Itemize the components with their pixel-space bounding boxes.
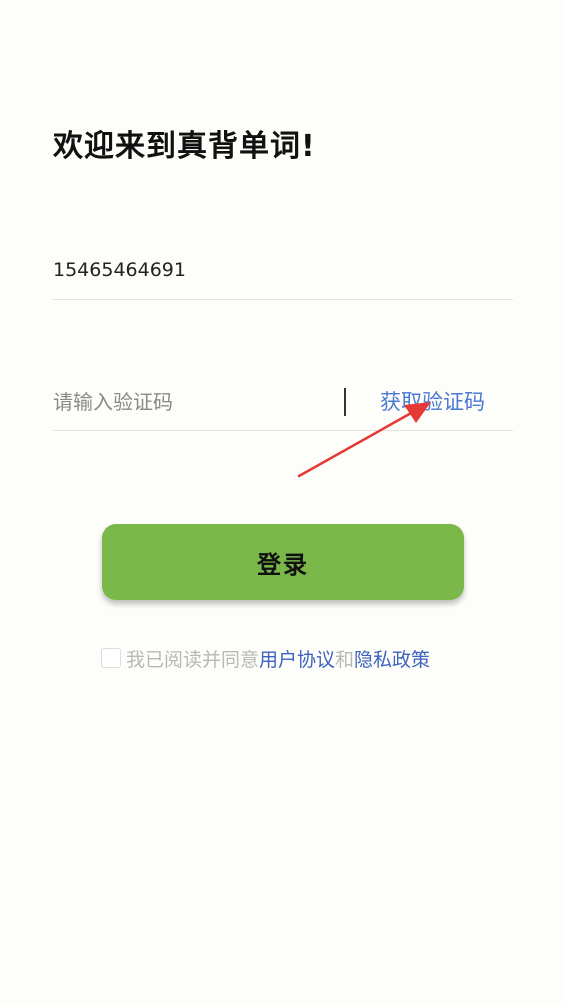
get-verification-code-link[interactable]: 获取验证码 (380, 386, 485, 418)
code-field-divider (344, 388, 346, 416)
welcome-title: 欢迎来到真背单词! (53, 129, 316, 164)
privacy-policy-link[interactable]: 隐私政策 (354, 645, 430, 672)
agreement-checkbox[interactable] (101, 648, 121, 668)
phone-number-input[interactable] (53, 246, 493, 294)
login-button-label: 登录 (257, 551, 309, 579)
login-screen: 欢迎来到真背单词! 获取验证码 登录 我已阅读并同意 用户协议 和 隐私政策 (0, 0, 565, 1004)
agreement-row: 我已阅读并同意 用户协议 和 隐私政策 (101, 644, 430, 672)
verification-code-input[interactable] (53, 376, 323, 428)
agreement-conjunction-text: 和 (335, 648, 355, 671)
verification-code-row: 获取验证码 (53, 376, 513, 431)
login-button[interactable]: 登录 (102, 524, 464, 600)
phone-field-row (53, 246, 513, 300)
agreement-prefix-text: 我已阅读并同意 (126, 648, 260, 671)
user-agreement-link[interactable]: 用户协议 (259, 645, 335, 672)
